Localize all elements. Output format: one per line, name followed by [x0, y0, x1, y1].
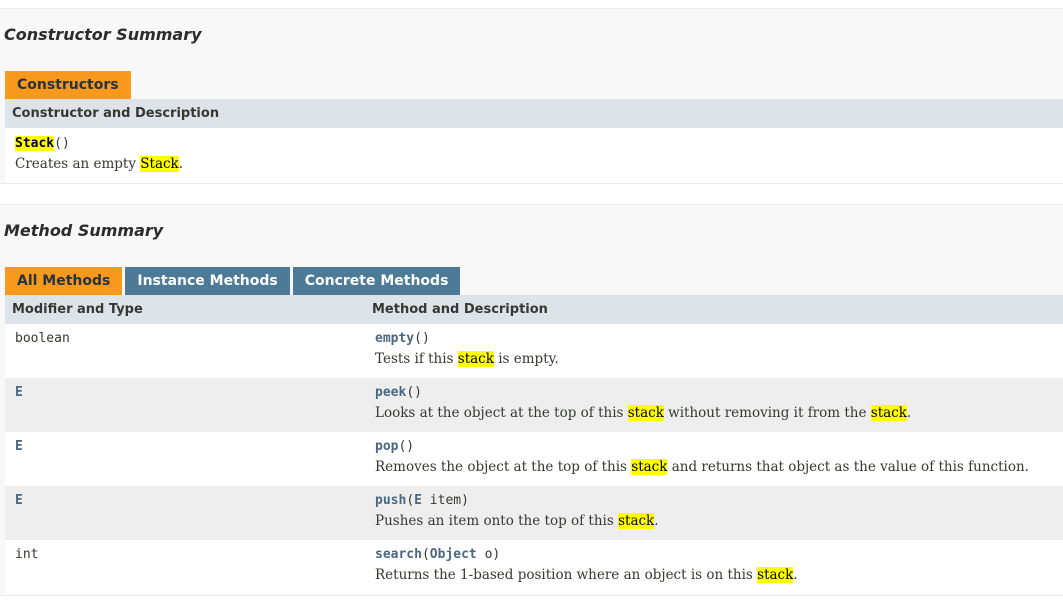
method-params: () [414, 331, 430, 346]
method-link-push[interactable]: push [375, 493, 406, 508]
return-type-link[interactable]: E [15, 385, 23, 400]
tab-instance-methods[interactable]: Instance Methods [125, 267, 290, 295]
search-highlight: stack [757, 567, 794, 583]
method-description: Tests if this stack is empty. [375, 351, 559, 367]
table-row: int search(Object o) Returns the 1-based… [5, 540, 1063, 594]
table-row: E pop() Removes the object at the top of… [5, 432, 1063, 486]
constructor-tabs: Constructors [5, 71, 131, 99]
method-summary-section: Method Summary All Methods Instance Meth… [0, 204, 1063, 596]
method-params-rest: item) [421, 493, 469, 508]
tab-all-methods[interactable]: All Methods [5, 267, 123, 295]
return-type: int [15, 547, 39, 562]
column-header-modifier-type: Modifier and Type [5, 295, 365, 324]
method-description: Pushes an item onto the top of this stac… [375, 513, 659, 529]
tab-constructors[interactable]: Constructors [5, 71, 131, 99]
method-cell: search(Object o) Returns the 1-based pos… [365, 540, 1063, 594]
method-description: Returns the 1-based position where an ob… [375, 567, 798, 583]
search-highlight: stack [457, 351, 494, 367]
method-summary-title: Method Summary [4, 221, 164, 240]
table-row: E push(E item) Pushes an item onto the t… [5, 486, 1063, 540]
method-params-open: ( [406, 493, 415, 508]
search-highlight: stack [870, 405, 907, 421]
method-link-search[interactable]: search [375, 547, 422, 562]
modifier-type-cell: int [5, 540, 365, 594]
constructor-signature: () [54, 136, 70, 151]
search-highlight: stack [631, 459, 668, 475]
constructor-summary-section: Constructor Summary Constructors Constru… [0, 8, 1063, 184]
tab-concrete-methods[interactable]: Concrete Methods [292, 267, 461, 295]
method-link-pop[interactable]: pop [375, 439, 398, 454]
method-tabs: All Methods Instance Methods Concrete Me… [5, 267, 461, 295]
constructor-summary-title: Constructor Summary [4, 25, 202, 44]
method-params: () [398, 439, 415, 454]
modifier-type-cell: E [5, 486, 365, 540]
return-type: boolean [15, 331, 70, 346]
method-description: Looks at the object at the top of this s… [375, 405, 912, 421]
param-type-link[interactable]: Object [430, 547, 477, 562]
method-params-open: ( [421, 547, 430, 562]
search-highlight: Stack [140, 156, 179, 172]
method-params-rest: o) [476, 547, 501, 562]
modifier-type-cell: boolean [5, 324, 365, 378]
modifier-type-cell: E [5, 432, 365, 486]
method-cell: empty() Tests if this stack is empty. [365, 324, 1063, 378]
constructor-table-header: Constructor and Description [5, 99, 1063, 128]
constructor-table: Constructor and Description Stack() Crea… [5, 99, 1063, 183]
method-table: Modifier and Type Method and Description… [5, 295, 1063, 594]
table-row: boolean empty() Tests if this stack is e… [5, 324, 1063, 378]
method-cell: peek() Looks at the object at the top of… [365, 378, 1063, 432]
constructor-cell: Stack() Creates an empty Stack. [5, 128, 1063, 183]
method-cell: push(E item) Pushes an item onto the top… [365, 486, 1063, 540]
column-header-method-description: Method and Description [365, 295, 1063, 324]
param-type-link[interactable]: E [414, 493, 422, 508]
table-row: E peek() Looks at the object at the top … [5, 378, 1063, 432]
method-params: () [406, 385, 422, 400]
search-highlight: stack [627, 405, 664, 421]
search-highlight: stack [618, 513, 655, 529]
return-type-link[interactable]: E [15, 493, 23, 508]
method-cell: pop() Removes the object at the top of t… [365, 432, 1063, 486]
method-description: Removes the object at the top of this st… [375, 459, 1029, 475]
table-row: Stack() Creates an empty Stack. [5, 128, 1063, 183]
return-type-link[interactable]: E [15, 439, 23, 454]
method-link-empty[interactable]: empty [375, 331, 414, 346]
constructor-description: Creates an empty Stack. [15, 156, 184, 172]
method-link-peek[interactable]: peek [375, 385, 406, 400]
modifier-type-cell: E [5, 378, 365, 432]
constructor-link-stack[interactable]: Stack [15, 136, 55, 151]
